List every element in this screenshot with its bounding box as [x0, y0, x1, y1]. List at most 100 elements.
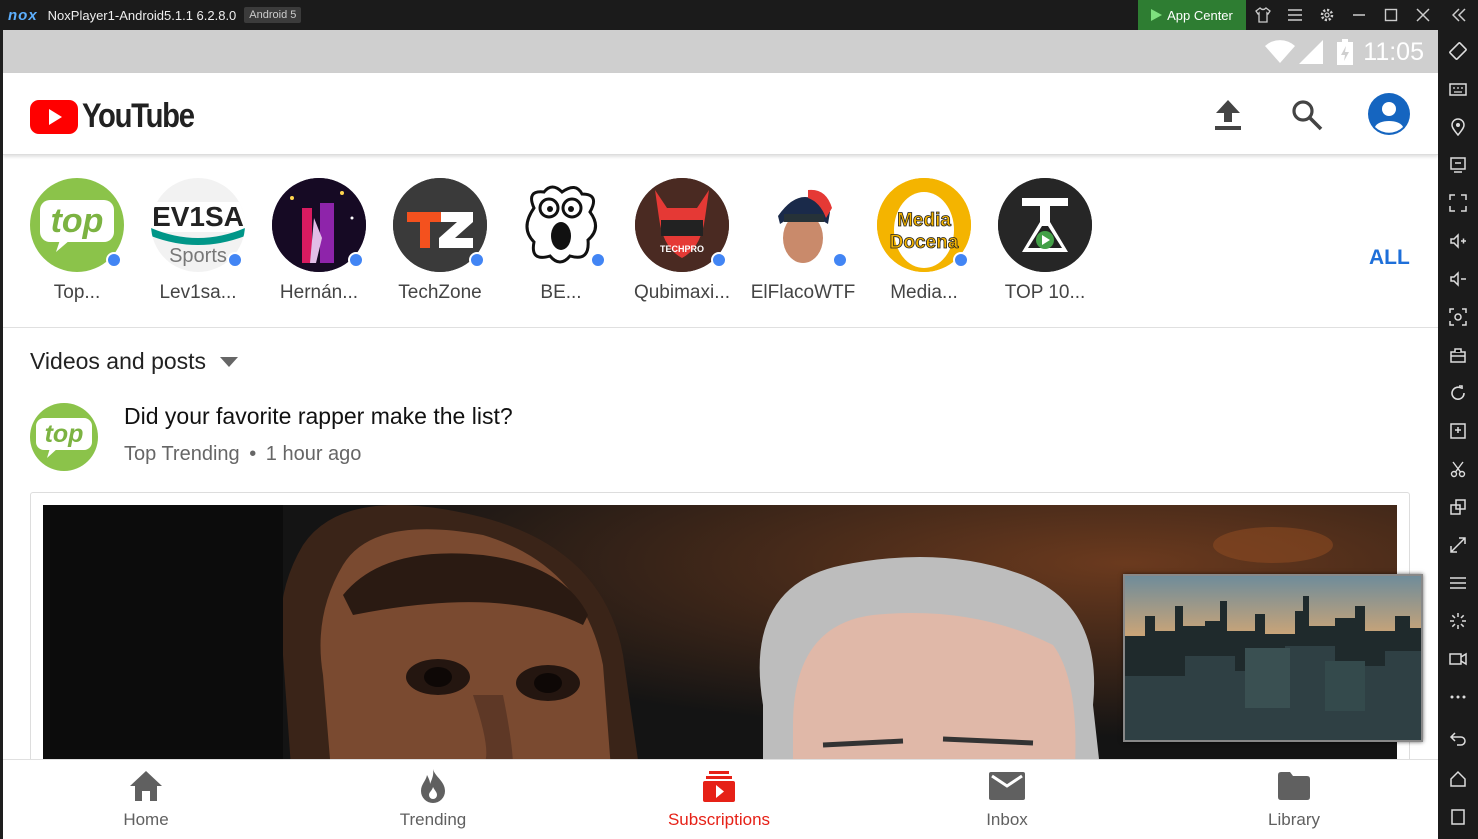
- minimize-icon[interactable]: [1344, 0, 1374, 30]
- channel-item[interactable]: top Top...: [17, 178, 137, 304]
- folder-icon: [1278, 772, 1310, 800]
- search-icon[interactable]: [1287, 95, 1327, 135]
- channel-name: BE...: [540, 282, 582, 303]
- nox-logo: nox: [8, 6, 38, 24]
- app-center-button[interactable]: App Center: [1138, 0, 1246, 30]
- channel-item[interactable]: TechZone: [380, 178, 500, 304]
- channel-item[interactable]: TECHPRO Qubimaxi...: [622, 178, 742, 304]
- nav-label: Inbox: [986, 810, 1028, 829]
- youtube-wordmark: YouTube: [82, 97, 195, 135]
- post-time: 1 hour ago: [265, 443, 362, 465]
- new-content-dot: [227, 252, 243, 268]
- channel-name: Media...: [890, 282, 958, 303]
- resize-icon[interactable]: [1446, 533, 1470, 557]
- loading-icon[interactable]: [1446, 609, 1470, 633]
- location-icon[interactable]: [1446, 115, 1470, 139]
- list-icon[interactable]: [1446, 571, 1470, 595]
- more-icon[interactable]: [1446, 685, 1470, 709]
- flame-icon: [421, 769, 445, 803]
- new-content-dot: [590, 252, 606, 268]
- svg-text:EV1SA: EV1SA: [152, 201, 244, 232]
- channel-item[interactable]: Media Docena Media...: [864, 178, 984, 304]
- fullscreen-icon[interactable]: [1446, 191, 1470, 215]
- post-meta: Top Trending • 1 hour ago: [124, 443, 361, 466]
- toolbox-icon[interactable]: [1446, 343, 1470, 367]
- post-avatar-text: top: [45, 420, 84, 448]
- mini-player[interactable]: [1123, 574, 1423, 742]
- keyboard-icon[interactable]: [1446, 77, 1470, 101]
- channel-name: Top...: [53, 282, 101, 303]
- youtube-logo[interactable]: YouTube: [30, 97, 212, 136]
- multi-instance-icon[interactable]: [1446, 495, 1470, 519]
- all-channels-link[interactable]: ALL: [1369, 246, 1410, 270]
- channel-item[interactable]: BE...: [501, 178, 621, 304]
- new-content-dot: [469, 252, 485, 268]
- youtube-play-icon: [30, 99, 78, 134]
- collapse-sidebar-icon[interactable]: [1444, 0, 1474, 30]
- feed-filter-label: Videos and posts: [30, 348, 207, 374]
- signal-icon: [1299, 40, 1323, 64]
- account-avatar-icon[interactable]: [1367, 92, 1411, 136]
- new-content-dot: [106, 252, 122, 268]
- mail-icon: [989, 772, 1025, 800]
- nav-label: Home: [123, 810, 169, 829]
- channel-item[interactable]: Hernán...: [259, 178, 379, 304]
- channel-name: TOP 10...: [1004, 282, 1086, 303]
- nav-inbox[interactable]: Inbox: [932, 768, 1082, 830]
- screenshot-icon[interactable]: [1446, 305, 1470, 329]
- emulator-toolbar: [1438, 30, 1478, 839]
- status-bar: 11:05: [3, 30, 1438, 73]
- svg-text:Docena: Docena: [890, 232, 959, 253]
- battery-charging-icon: [1337, 39, 1353, 65]
- feed-filter-dropdown[interactable]: Videos and posts: [30, 348, 239, 375]
- refresh-icon[interactable]: [1446, 381, 1470, 405]
- recent-apps-icon[interactable]: [1446, 805, 1470, 829]
- scissors-icon[interactable]: [1446, 457, 1470, 481]
- app-center-label: App Center: [1167, 7, 1233, 23]
- apk-install-icon[interactable]: [1446, 419, 1470, 443]
- post-title[interactable]: Did your favorite rapper make the list?: [124, 403, 513, 430]
- channel-avatar: [998, 178, 1092, 272]
- menu-icon[interactable]: [1280, 0, 1310, 30]
- volume-up-icon[interactable]: [1446, 229, 1470, 253]
- android-screen: 11:05 YouTube top Top... EV1SA Sports Le…: [3, 30, 1438, 839]
- svg-text:TECHPRO: TECHPRO: [660, 244, 704, 254]
- shirt-icon[interactable]: [1248, 0, 1278, 30]
- nav-library[interactable]: Library: [1219, 768, 1369, 830]
- meta-separator: •: [249, 443, 257, 465]
- gear-icon[interactable]: [1312, 0, 1342, 30]
- post-channel-name[interactable]: Top Trending: [124, 443, 240, 465]
- svg-text:Sports: Sports: [169, 245, 227, 267]
- channel-item[interactable]: ElFlacoWTF: [743, 178, 863, 304]
- nav-label: Library: [1268, 810, 1320, 829]
- post-channel-avatar[interactable]: top: [30, 403, 98, 471]
- status-time: 11:05: [1363, 38, 1424, 66]
- channel-name: Lev1sa...: [159, 282, 237, 303]
- nav-label: Subscriptions: [667, 810, 771, 829]
- close-icon[interactable]: [1408, 0, 1438, 30]
- nav-home[interactable]: Home: [71, 768, 221, 830]
- home-button-icon[interactable]: [1446, 767, 1470, 791]
- chevron-down-icon: [220, 356, 239, 367]
- mini-player-video: [1125, 576, 1421, 740]
- new-content-dot: [953, 252, 969, 268]
- svg-text:top: top: [51, 202, 104, 240]
- volume-down-icon[interactable]: [1446, 267, 1470, 291]
- upload-icon[interactable]: [1208, 95, 1248, 135]
- wifi-icon: [1265, 40, 1295, 63]
- screen-icon[interactable]: [1446, 153, 1470, 177]
- video-record-icon[interactable]: [1446, 647, 1470, 671]
- channel-name: Qubimaxi...: [633, 282, 731, 303]
- back-icon[interactable]: [1446, 727, 1470, 751]
- nav-subscriptions[interactable]: Subscriptions: [644, 768, 794, 830]
- new-content-dot: [348, 252, 364, 268]
- channel-item[interactable]: EV1SA Sports Lev1sa...: [138, 178, 258, 304]
- subscriptions-icon: [703, 771, 735, 802]
- channel-item[interactable]: TOP 10...: [985, 178, 1105, 304]
- maximize-icon[interactable]: [1376, 0, 1406, 30]
- new-content-dot: [711, 252, 727, 268]
- home-icon: [130, 771, 162, 801]
- nav-trending[interactable]: Trending: [358, 768, 508, 830]
- rotate-icon[interactable]: [1446, 39, 1470, 63]
- window-title: NoxPlayer1-Android5.1.1 6.2.8.0: [47, 7, 237, 23]
